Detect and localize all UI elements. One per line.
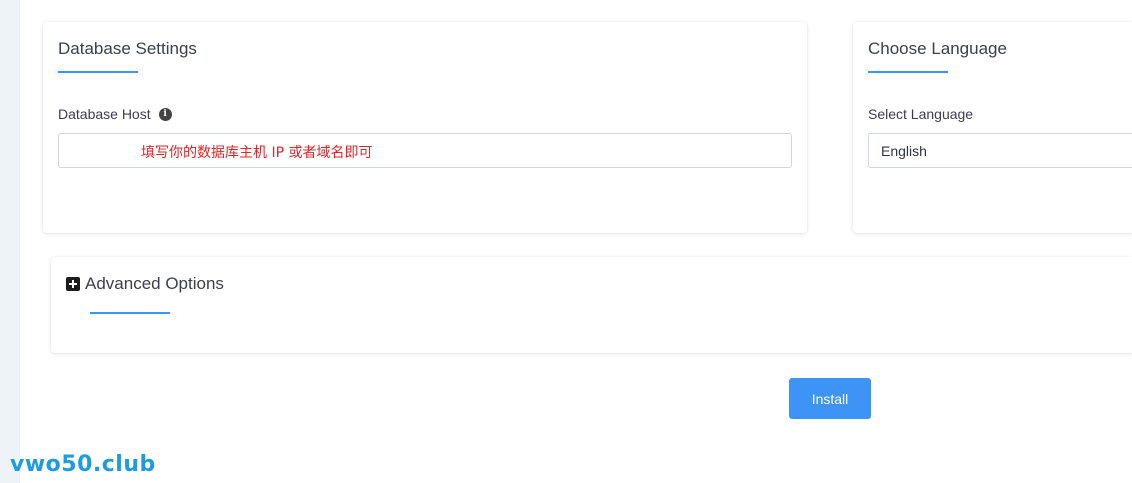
watermark-logo: vwo50.club xyxy=(10,452,156,477)
install-button[interactable]: Install xyxy=(789,378,871,419)
choose-language-card: Choose Language Select Language English xyxy=(853,22,1132,233)
advanced-options-underline xyxy=(90,312,170,314)
choose-language-underline xyxy=(868,71,948,73)
plus-square-icon[interactable] xyxy=(66,277,80,291)
advanced-options-title: Advanced Options xyxy=(85,274,224,293)
left-rail xyxy=(0,0,20,483)
select-language-label: Select Language xyxy=(868,106,974,122)
database-settings-title: Database Settings xyxy=(58,39,197,58)
database-settings-underline xyxy=(58,71,138,73)
database-host-label: Database Host xyxy=(58,106,151,122)
choose-language-title: Choose Language xyxy=(868,39,1007,58)
database-settings-card: Database Settings Database Host i 填写你的数据… xyxy=(43,22,807,233)
info-icon[interactable]: i xyxy=(158,107,172,121)
advanced-options-card: Advanced Options xyxy=(51,257,1132,353)
advanced-options-toggle[interactable]: Advanced Options xyxy=(66,274,224,294)
database-host-label-row: Database Host i xyxy=(58,106,172,122)
language-select[interactable]: English xyxy=(868,133,1132,168)
database-host-annotation: 填写你的数据库主机 IP 或者域名即可 xyxy=(141,145,373,161)
